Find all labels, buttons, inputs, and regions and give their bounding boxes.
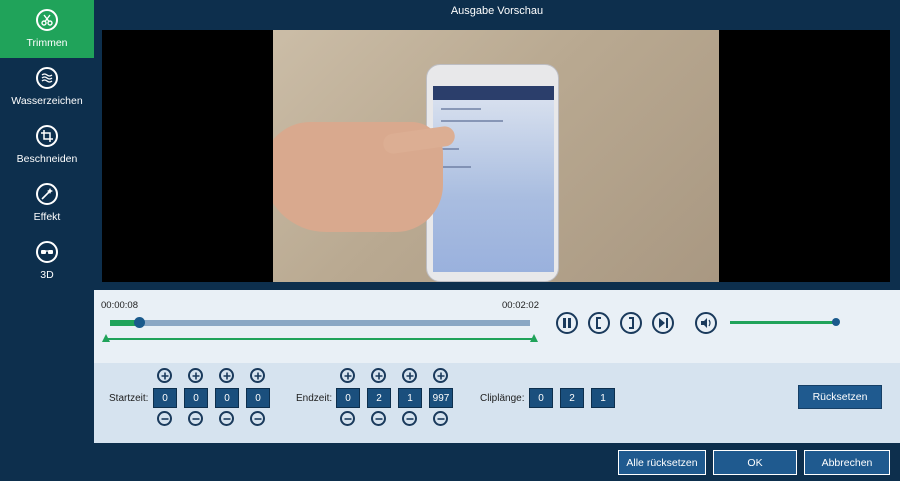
- sidebar-item-label: Wasserzeichen: [11, 95, 83, 107]
- timeline-panel: 00:00:08 00:02:02: [94, 290, 900, 363]
- seek-knob[interactable]: [134, 317, 146, 328]
- scissors-icon: [36, 9, 58, 31]
- next-frame-button[interactable]: [652, 312, 674, 334]
- start-time-field[interactable]: 0: [246, 388, 270, 408]
- sidebar-item-trim[interactable]: Trimmen: [0, 0, 94, 58]
- start-time-field[interactable]: 0: [184, 388, 208, 408]
- start-time-increment-button[interactable]: [188, 368, 203, 383]
- crop-icon: [36, 125, 58, 147]
- plus-icon: [192, 372, 199, 379]
- sidebar-item-label: Beschneiden: [16, 153, 78, 165]
- set-start-icon: [596, 317, 601, 329]
- trim-panel: Startzeit: Endzeit: Cliplänge: Rücksetze…: [94, 363, 900, 443]
- set-end-icon: [629, 317, 634, 329]
- trim-start-handle[interactable]: [102, 334, 110, 342]
- start-time-decrement-button[interactable]: [250, 411, 265, 426]
- volume-knob[interactable]: [832, 318, 840, 326]
- end-time-decrement-button[interactable]: [371, 411, 386, 426]
- end-time-decrement-button[interactable]: [433, 411, 448, 426]
- clip-length-field[interactable]: 1: [591, 388, 615, 408]
- output-preview-window: Trimmen Wasserzeichen Beschneiden Effekt…: [0, 0, 900, 481]
- clip-length-field[interactable]: 0: [529, 388, 553, 408]
- sidebar-item-label: 3D: [40, 269, 54, 281]
- start-time-increment-button[interactable]: [250, 368, 265, 383]
- start-time-decrement-button[interactable]: [188, 411, 203, 426]
- end-time-field[interactable]: 2: [367, 388, 391, 408]
- start-time-label: Startzeit:: [109, 393, 149, 404]
- start-time-decrement-button[interactable]: [157, 411, 172, 426]
- volume-slider[interactable]: [730, 318, 840, 326]
- sidebar-item-watermark[interactable]: Wasserzeichen: [0, 58, 94, 116]
- video-preview: [102, 30, 890, 282]
- start-time-field[interactable]: 0: [153, 388, 177, 408]
- plus-icon: [344, 372, 351, 379]
- sidebar-item-effect[interactable]: Effekt: [0, 174, 94, 232]
- sidebar-item-label: Effekt: [33, 211, 61, 223]
- plus-icon: [254, 372, 261, 379]
- end-time-label: Endzeit:: [296, 393, 333, 404]
- minus-icon: [192, 417, 199, 420]
- seek-bar[interactable]: [110, 317, 530, 328]
- glasses-icon: [36, 241, 58, 263]
- end-time-field[interactable]: 1: [398, 388, 422, 408]
- reset-all-button[interactable]: Alle rücksetzen: [618, 450, 706, 475]
- sidebar-item-crop[interactable]: Beschneiden: [0, 116, 94, 174]
- video-frame: [273, 30, 719, 282]
- clip-length-field[interactable]: 2: [560, 388, 584, 408]
- plus-icon: [161, 372, 168, 379]
- minus-icon: [254, 417, 261, 420]
- total-time: 00:02:02: [502, 300, 539, 311]
- minus-icon: [437, 417, 444, 420]
- volume-icon: [701, 318, 711, 328]
- minus-icon: [375, 417, 382, 420]
- end-time-field[interactable]: 0: [336, 388, 360, 408]
- cancel-button[interactable]: Abbrechen: [804, 450, 890, 475]
- current-time: 00:00:08: [101, 300, 138, 311]
- start-time-decrement-button[interactable]: [219, 411, 234, 426]
- pause-icon: [563, 318, 571, 328]
- plus-icon: [375, 372, 382, 379]
- sidebar-item-3d[interactable]: 3D: [0, 232, 94, 290]
- sidebar-item-label: Trimmen: [26, 37, 68, 49]
- minus-icon: [406, 417, 413, 420]
- waves-icon: [36, 67, 58, 89]
- trim-range: [106, 338, 536, 340]
- start-time-field[interactable]: 0: [215, 388, 239, 408]
- trim-end-handle[interactable]: [530, 334, 538, 342]
- ok-button[interactable]: OK: [713, 450, 797, 475]
- plus-icon: [406, 372, 413, 379]
- plus-icon: [437, 372, 444, 379]
- reset-button[interactable]: Rücksetzen: [798, 385, 882, 409]
- start-time-increment-button[interactable]: [157, 368, 172, 383]
- minus-icon: [161, 417, 168, 420]
- volume-button[interactable]: [695, 312, 717, 334]
- end-time-field[interactable]: 997: [429, 388, 453, 408]
- plus-icon: [223, 372, 230, 379]
- end-time-increment-button[interactable]: [402, 368, 417, 383]
- magic-icon: [36, 183, 58, 205]
- minus-icon: [344, 417, 351, 420]
- window-title: Ausgabe Vorschau: [450, 5, 544, 17]
- start-time-increment-button[interactable]: [219, 368, 234, 383]
- phone-image: [426, 64, 559, 282]
- end-time-increment-button[interactable]: [433, 368, 448, 383]
- set-start-button[interactable]: [588, 312, 610, 334]
- minus-icon: [223, 417, 230, 420]
- next-frame-icon: [659, 318, 668, 328]
- pause-button[interactable]: [556, 312, 578, 334]
- end-time-increment-button[interactable]: [371, 368, 386, 383]
- set-end-button[interactable]: [620, 312, 642, 334]
- clip-length-label: Cliplänge:: [480, 393, 525, 404]
- end-time-increment-button[interactable]: [340, 368, 355, 383]
- end-time-decrement-button[interactable]: [340, 411, 355, 426]
- end-time-decrement-button[interactable]: [402, 411, 417, 426]
- sidebar: Trimmen Wasserzeichen Beschneiden Effekt…: [0, 0, 94, 443]
